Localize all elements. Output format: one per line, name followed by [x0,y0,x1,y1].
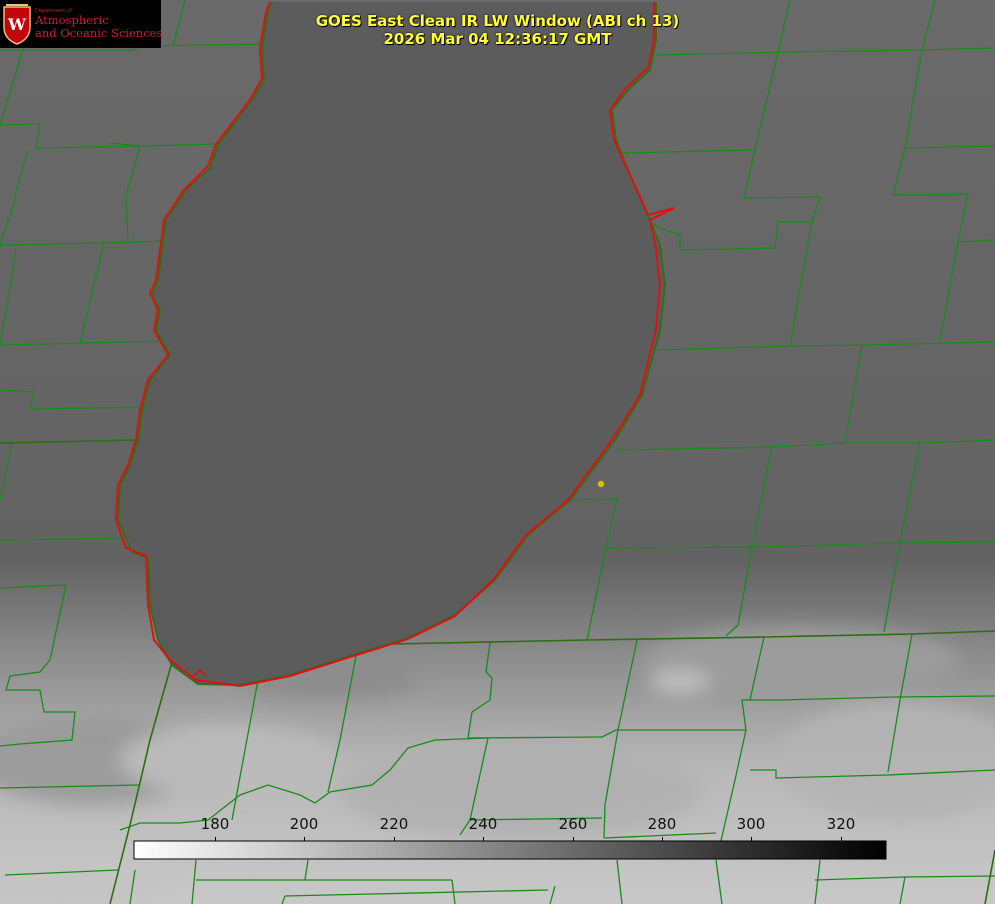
colorbar-tick-mark [751,837,752,841]
colorbar-tick-label: 300 [736,815,766,833]
colorbar-tick-mark [841,837,842,841]
colorbar-tick-mark [394,837,395,841]
colorbar-tick-label: 200 [289,815,319,833]
colorbar-tick-mark [662,837,663,841]
colorbar-tick-label: 180 [200,815,230,833]
colorbar-tick-label: 220 [379,815,409,833]
satellite-map [0,0,995,904]
location-marker [597,480,605,488]
colorbar-tick-mark [304,837,305,841]
colorbar-tick-label: 320 [826,815,856,833]
colorbar-tick-mark [215,837,216,841]
colorbar-tick-label: 280 [647,815,677,833]
image-timestamp: 2026 Mar 04 12:36:17 GMT [383,30,612,48]
colorbar-gradient [133,840,887,860]
image-title: GOES East Clean IR LW Window (ABI ch 13) [315,12,680,30]
colorbar-tick-label: 240 [468,815,498,833]
colorbar-tick-mark [483,837,484,841]
colorbar-tick-mark [573,837,574,841]
colorbar-tick-label: 260 [558,815,588,833]
